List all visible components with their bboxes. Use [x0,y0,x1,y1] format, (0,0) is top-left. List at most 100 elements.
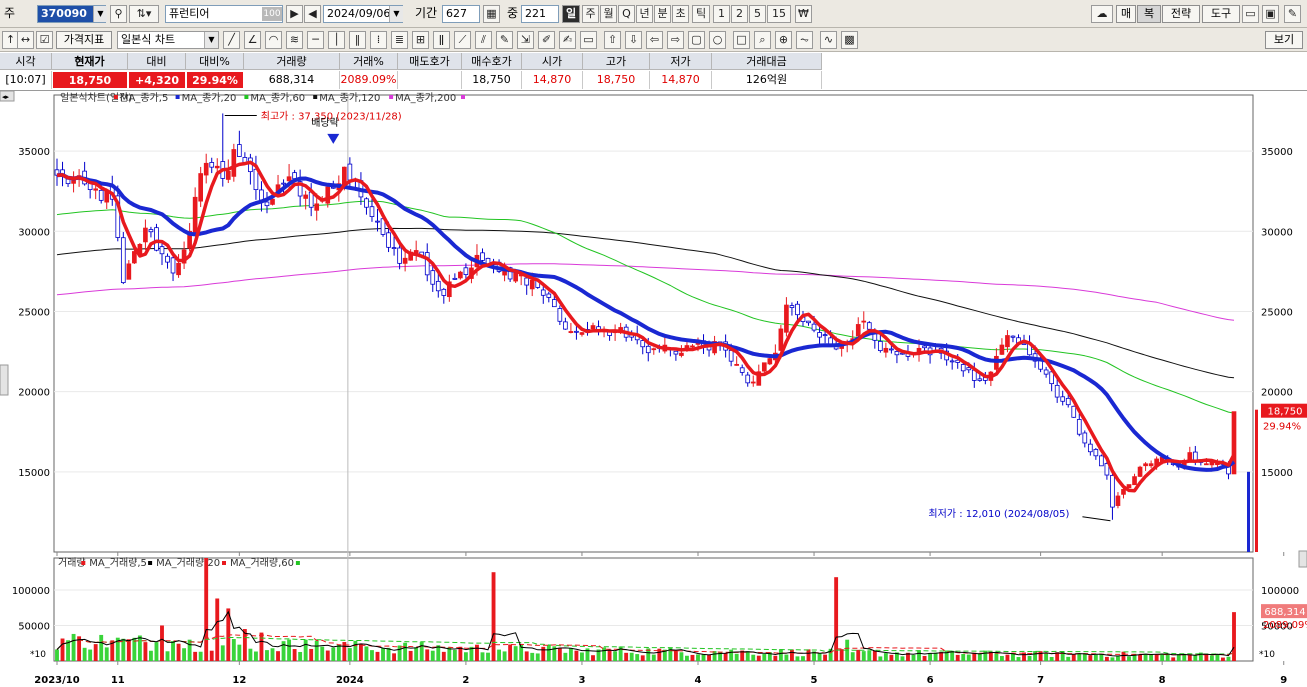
scroll-horizontal-icon[interactable]: ↔ [17,31,34,49]
candle-body-69 [435,280,441,292]
view-button[interactable]: 보기 [1265,31,1303,49]
candle-body-147 [866,322,872,330]
volume-bar-7 [93,644,98,661]
volume-bar-192 [1116,656,1120,661]
crosshair-icon[interactable]: ⊕ [775,31,792,49]
candle-body-186 [1082,432,1088,444]
cross-lines-icon[interactable]: ⫽ [475,31,492,49]
zoom-icon[interactable]: ⌕ [754,31,771,49]
quote-value-6 [398,71,462,89]
pen-icon[interactable]: ✎ [496,31,513,49]
period-button-1[interactable]: 주 [582,5,599,23]
candle-body-32 [231,149,237,177]
annotate-icon[interactable]: ✍ [559,31,576,49]
right-button-2[interactable]: 전략 [1162,5,1200,23]
quote-header-2: 대비 [128,53,186,70]
quote-value-4: 688,314 [244,71,340,89]
volume-bar-77 [480,652,485,661]
circle-icon[interactable]: ○ [709,31,726,49]
candle-body-106 [640,340,646,348]
volume-bar-191 [1110,657,1115,661]
period-button-10[interactable]: 5 [749,5,766,23]
period-button-7[interactable]: 틱 [692,5,710,23]
period-button-5[interactable]: 분 [654,5,671,23]
memo-icon[interactable]: ▭ [580,31,597,49]
volume-bar-146 [861,651,866,661]
note-icon[interactable]: ✐ [538,31,555,49]
arrow-up-icon[interactable]: ⇧ [604,31,621,49]
volume-legend-swatch-1 [148,561,153,565]
sort-dropdown-icon[interactable]: ⇅▾ [129,5,159,23]
fibonacci-icon[interactable]: ≋ [286,31,303,49]
prev-stock-icon[interactable]: ◀ [304,5,321,23]
candle-body-197 [1143,463,1148,467]
volume-bar-184 [1071,654,1076,661]
search-icon[interactable]: ⚲ [110,5,127,23]
period-button-6[interactable]: 초 [672,5,689,23]
volume-bar-15 [137,635,142,661]
volume-bar-62 [397,645,402,661]
period-button-3[interactable]: Q [618,5,635,23]
vertical-line-icon[interactable]: │ [328,31,345,49]
candle-body-97 [590,325,596,330]
right-button-3[interactable]: 도구 [1202,5,1240,23]
candle-body-164 [960,364,966,372]
edit-icon[interactable]: ☑ [36,31,53,49]
trendline-icon[interactable]: ╱ [223,31,240,49]
wave-icon[interactable]: ⏦ [796,31,813,49]
period-apply-icon[interactable]: ▦ [483,5,500,23]
volume-bar-119 [712,651,717,661]
save-icon[interactable]: ▣ [1262,5,1279,23]
period-button-9[interactable]: 2 [731,5,748,23]
candle-body-41 [281,182,286,185]
period-input[interactable]: 627 [442,5,480,23]
candle-body-31 [225,171,231,180]
price-chart[interactable]: ◂▸ 15000 15000 20000 20000 25000 25000 30000 300… [0,91,1307,687]
code-dropdown-icon[interactable]: ▼ [93,6,107,22]
period-button-8[interactable]: 1 [713,5,730,23]
chart-type-dropdown-icon[interactable]: ▼ [204,32,218,48]
volume-bar-45 [303,639,308,661]
select-area-icon[interactable]: ⇲ [517,31,534,49]
period-button-11[interactable]: 15 [767,5,791,23]
period-button-2[interactable]: 월 [600,5,617,23]
arc-icon[interactable]: ◠ [265,31,282,49]
count-label: 중 [507,6,519,20]
currency-icon[interactable]: ₩ [795,5,812,23]
angle-line-icon[interactable]: ∠ [244,31,261,49]
sine-icon[interactable]: ∿ [820,31,837,49]
x-label-1: 11 [111,675,125,686]
count-input[interactable]: 221 [521,5,559,23]
volume-bar-127 [756,655,761,661]
indicator-button[interactable]: 가격지표 [56,31,112,49]
x-label-11: 9 [1280,675,1287,686]
parallel-lines-icon[interactable]: ‖ [349,31,366,49]
volume-ytick-left-0: 50000 [18,621,50,632]
cloud-icon[interactable]: ☁ [1091,5,1113,23]
volume-bar-205 [1187,655,1192,661]
square-icon[interactable]: □ [733,31,750,49]
next-stock-icon[interactable]: ▶ [286,5,303,23]
grid-box-icon[interactable]: ⊞ [412,31,429,49]
volume-unit-right: *10 [1259,650,1275,660]
rect-select-icon[interactable]: ▢ [688,31,705,49]
settings-icon[interactable]: ✎ [1284,5,1301,23]
right-button-1[interactable]: 복 [1137,5,1161,23]
date-dropdown-icon[interactable]: ▼ [389,6,403,22]
volume-bar-85 [524,651,529,661]
fill-icon[interactable]: ▩ [841,31,858,49]
horizontal-line-icon[interactable]: ─ [307,31,324,49]
folder-icon[interactable]: ▭ [1242,5,1259,23]
ray-icon[interactable]: ⟋ [454,31,471,49]
period-button-0[interactable]: 일 [562,5,580,23]
dot-grid-icon[interactable]: ⁞ [370,31,387,49]
fib-levels-icon[interactable]: ≣ [391,31,408,49]
volume-bar-185 [1077,653,1082,661]
volume-bar-105 [635,654,640,661]
right-button-0[interactable]: 매 [1116,5,1136,23]
channel-icon[interactable]: ǁ [433,31,450,49]
arrow-down-icon[interactable]: ⇩ [625,31,642,49]
arrow-left-icon[interactable]: ⇦ [646,31,663,49]
arrow-right-icon[interactable]: ⇨ [667,31,684,49]
period-button-4[interactable]: 년 [636,5,653,23]
